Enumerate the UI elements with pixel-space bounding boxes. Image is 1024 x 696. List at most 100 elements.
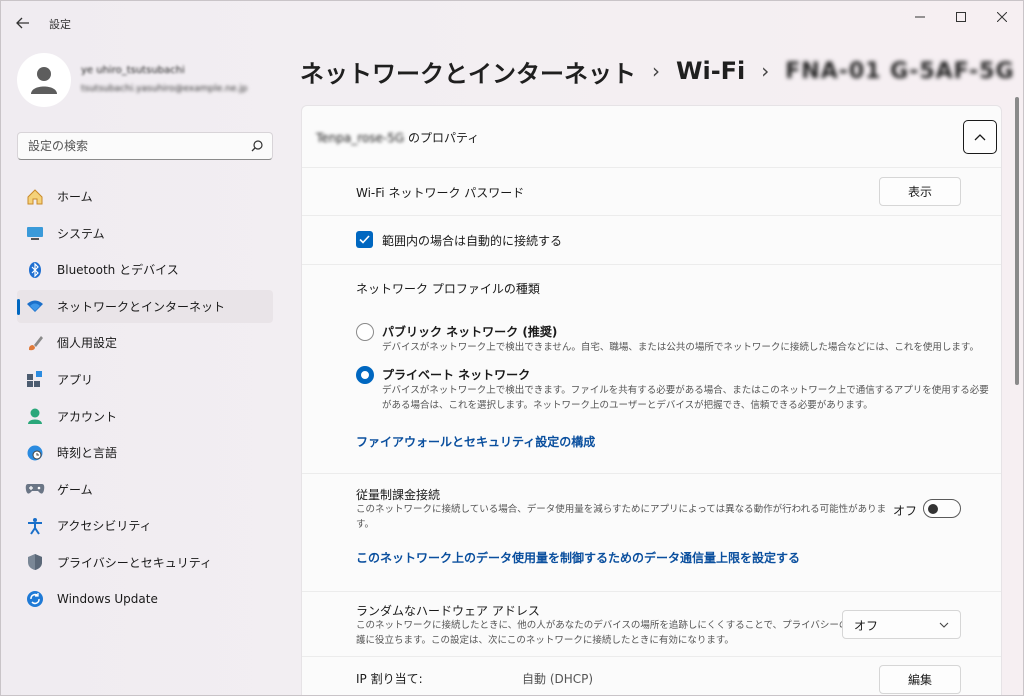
chevron-down-icon (939, 622, 949, 628)
sidebar-item-personalization[interactable]: 個人用設定 (17, 326, 273, 359)
home-icon (25, 187, 45, 207)
update-icon (25, 589, 45, 609)
sidebar-item-bluetooth[interactable]: Bluetooth とデバイス (17, 253, 273, 286)
properties-title: Tenpa_rose-5G のプロパティ (316, 129, 479, 146)
random-hw-desc-line1: このネットワークに接続したときに、他の人があなたのデバイスの場所を追跡しにくくす… (356, 620, 858, 631)
globe-clock-icon (25, 443, 45, 463)
profile-type-heading: ネットワーク プロファイルの種類 (356, 282, 540, 296)
brush-icon (25, 333, 45, 353)
sidebar-item-label: ゲーム (57, 482, 93, 497)
public-network-title: パブリック ネットワーク (推奨) (382, 325, 558, 339)
metered-state-label: オフ (893, 504, 918, 518)
breadcrumb-wifi[interactable]: Wi-Fi (676, 57, 745, 85)
chevron-right-icon: › (761, 59, 770, 83)
sidebar-item-gaming[interactable]: ゲーム (17, 473, 273, 506)
checkmark-icon (359, 235, 370, 244)
close-icon (997, 12, 1007, 22)
random-hw-section: ランダムなハードウェア アドレス このネットワークに接続したときに、他の人があな… (302, 591, 1001, 655)
apps-icon (25, 369, 45, 389)
maximize-icon (956, 12, 966, 22)
minimize-icon (915, 16, 925, 18)
password-row: Wi-Fi ネットワーク パスワード 表示 (302, 168, 1001, 214)
sidebar-item-system[interactable]: システム (17, 217, 273, 250)
sidebar-item-label: ネットワークとインターネット (57, 299, 226, 314)
search-input[interactable] (28, 139, 228, 153)
sidebar-item-label: アクセシビリティ (57, 519, 152, 534)
sidebar-item-label: プライバシーとセキュリティ (57, 555, 213, 570)
ip-assignment-label: IP 割り当て: (356, 672, 423, 686)
user-profile[interactable]: ye uhiro_tsutsubachi tsutsubachi.yasuhir… (17, 53, 267, 113)
metered-desc-line1: このネットワークに接続している場合、データ使用量を減らすためにアプリによっては異… (356, 504, 887, 515)
ip-assignment-value: 自動 (DHCP) (522, 672, 594, 686)
network-ssid: Tenpa_rose-5G (316, 131, 405, 145)
properties-title-suffix: のプロパティ (408, 131, 480, 145)
random-hw-label: ランダムなハードウェア アドレス (356, 604, 540, 618)
collapse-button[interactable] (963, 120, 997, 154)
minimize-button[interactable] (897, 1, 943, 33)
user-avatar-icon (31, 67, 57, 94)
app-title: 設定 (49, 18, 71, 31)
system-icon (25, 223, 45, 243)
private-network-radio[interactable] (356, 366, 374, 384)
properties-header[interactable]: Tenpa_rose-5G のプロパティ (302, 106, 1001, 168)
sidebar-item-network[interactable]: ネットワークとインターネット (17, 289, 273, 323)
sidebar-item-home[interactable]: ホーム (17, 180, 273, 213)
auto-connect-row: 範囲内の場合は自動的に接続する (302, 215, 1001, 263)
edit-ip-button[interactable]: 編集 (879, 665, 961, 694)
sidebar-item-apps[interactable]: アプリ (17, 363, 273, 396)
sidebar-item-label: Windows Update (57, 592, 158, 607)
sidebar-item-label: ホーム (57, 190, 93, 204)
show-password-button[interactable]: 表示 (879, 177, 961, 206)
random-hw-dropdown[interactable]: オフ (842, 610, 961, 639)
sidebar-item-label: アカウント (57, 409, 118, 424)
sidebar-item-windows-update[interactable]: Windows Update (17, 583, 273, 616)
gamepad-icon (25, 479, 45, 499)
private-network-desc-line2: がある場合は、これを選択します。ネットワーク上のユーザーとデバイスが把握でき、信… (382, 400, 873, 411)
sidebar-nav: ホーム システム Bluetooth とデバイス ネットワークとインターネット … (17, 180, 273, 619)
search-box (17, 132, 273, 160)
auto-connect-checkbox[interactable] (356, 231, 373, 248)
auto-connect-label: 範囲内の場合は自動的に接続する (382, 234, 563, 248)
random-hw-value: オフ (854, 619, 879, 633)
public-network-radio[interactable] (356, 323, 374, 341)
close-button[interactable] (979, 1, 1023, 33)
metered-label: 従量制課金接続 (356, 488, 441, 502)
chevron-right-icon: › (652, 59, 660, 83)
data-limit-link[interactable]: このネットワーク上のデータ使用量を制御するためのデータ通信量上限を設定する (356, 549, 800, 566)
wifi-icon (25, 296, 45, 316)
ip-assignment-row: IP 割り当て: 自動 (DHCP) 編集 (302, 656, 1001, 695)
account-icon (25, 406, 45, 426)
breadcrumb-network[interactable]: ネットワークとインターネット (300, 54, 636, 89)
private-network-title: プライベート ネットワーク (382, 368, 531, 382)
title-bar: 設定 (1, 1, 1023, 43)
sidebar-item-time-language[interactable]: 時刻と言語 (17, 436, 273, 469)
breadcrumb-network-name: FNA-01 G-5AF-5G (785, 58, 1015, 84)
avatar (17, 53, 71, 107)
profile-name: ye uhiro_tsutsubachi (81, 65, 185, 76)
bluetooth-icon (25, 260, 45, 280)
back-button[interactable] (9, 9, 37, 37)
firewall-settings-link[interactable]: ファイアウォールとセキュリティ設定の構成 (356, 433, 595, 450)
sidebar-item-label: Bluetooth とデバイス (57, 263, 179, 278)
metered-toggle[interactable] (923, 499, 961, 518)
sidebar-item-accounts[interactable]: アカウント (17, 400, 273, 433)
sidebar-item-label: アプリ (57, 372, 94, 387)
metered-section: 従量制課金接続 このネットワークに接続している場合、データ使用量を減らすためにア… (302, 473, 1001, 591)
maximize-button[interactable] (938, 1, 984, 33)
sidebar-item-label: 時刻と言語 (57, 446, 118, 461)
metered-desc-line2: す。 (356, 519, 375, 530)
toggle-knob (928, 504, 938, 514)
scrollbar[interactable] (1015, 97, 1019, 385)
private-network-desc-line1: デバイスがネットワーク上で検出できます。ファイルを共有する必要がある場合、または… (382, 385, 989, 396)
settings-window: 設定 ye uhiro_tsutsubachi tsutsubachi.yasu… (0, 0, 1024, 696)
chevron-up-icon (974, 134, 986, 141)
random-hw-desc-line2: 護に役立ちます。この設定は、次にこのネットワークに接続したときに有効になります。 (356, 635, 734, 646)
back-arrow-icon (16, 17, 29, 29)
sidebar-item-privacy[interactable]: プライバシーとセキュリティ (17, 546, 273, 579)
breadcrumb: ネットワークとインターネット › Wi-Fi › FNA-01 G-5AF-5G (300, 53, 1015, 89)
profile-type-section: ネットワーク プロファイルの種類 パブリック ネットワーク (推奨) デバイスが… (302, 264, 1001, 472)
public-network-desc: デバイスがネットワーク上で検出できません。自宅、職場、または公共の場所でネットワ… (382, 342, 979, 353)
properties-panel: Tenpa_rose-5G のプロパティ Wi-Fi ネットワーク パスワード … (301, 105, 1002, 695)
sidebar-item-accessibility[interactable]: アクセシビリティ (17, 509, 273, 542)
shield-icon (25, 552, 45, 572)
